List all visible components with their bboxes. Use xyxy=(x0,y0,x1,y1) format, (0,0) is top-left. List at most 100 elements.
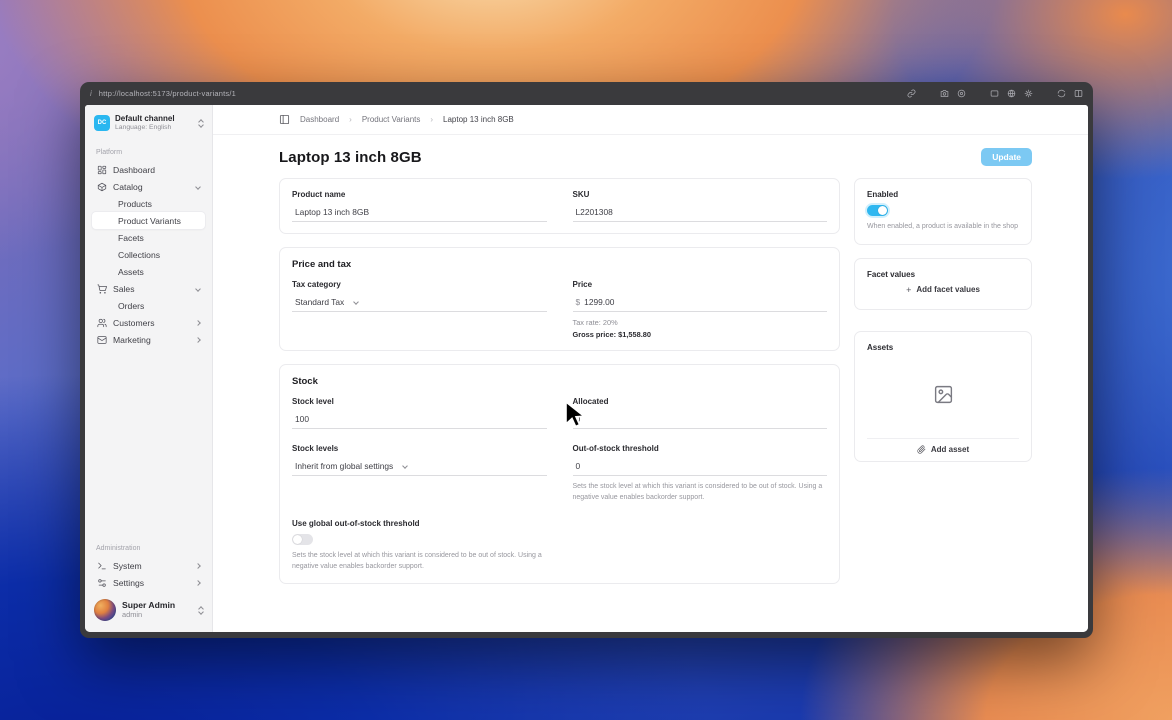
product-name-label: Product name xyxy=(292,190,346,199)
sliders-icon xyxy=(98,578,106,587)
stock-title: Stock xyxy=(292,376,318,387)
allocated-value: 0 xyxy=(575,414,581,424)
price-value: 1299.00 xyxy=(584,297,615,307)
oos-threshold-input[interactable]: 0 xyxy=(572,458,827,476)
sidebar-item-label: Orders xyxy=(118,300,145,311)
link-icon[interactable] xyxy=(907,89,916,98)
use-global-threshold-toggle[interactable] xyxy=(292,533,313,545)
aperture-icon[interactable] xyxy=(957,89,966,98)
sidebar-item-label: Assets xyxy=(118,266,144,277)
card-stock: Stock Stock level 100 Allocated 0 Stock … xyxy=(279,364,840,585)
sidebar-item-dashboard[interactable]: Dashboard xyxy=(92,161,205,178)
card-assets: Assets Add asset xyxy=(854,330,1032,462)
browser-toolbar-icons xyxy=(907,89,1083,98)
sidebar-item-label: Customers xyxy=(113,317,155,328)
card-facet-values: Facet values + Add facet values xyxy=(854,257,1032,310)
add-asset-button[interactable]: Add asset xyxy=(867,437,1019,457)
sidebar-item-marketing[interactable]: Marketing xyxy=(92,331,205,348)
chevrons-up-down-icon xyxy=(198,605,204,615)
price-label: Price xyxy=(572,280,593,289)
chevron-down-icon xyxy=(195,183,201,190)
channel-name: Default channel xyxy=(115,114,175,123)
sidebar-item-collections[interactable]: Collections xyxy=(92,246,205,263)
add-facet-values-button[interactable]: + Add facet values xyxy=(867,279,1019,298)
product-name-input[interactable]: Laptop 13 inch 8GB xyxy=(292,204,547,222)
sidebar-item-label: Products xyxy=(118,198,152,209)
sidebar-item-catalog[interactable]: Catalog xyxy=(92,178,205,195)
sync-icon[interactable] xyxy=(1057,89,1066,98)
sidebar-item-facets[interactable]: Facets xyxy=(92,229,205,246)
sidebar-item-sales[interactable]: Sales xyxy=(92,280,205,297)
sidebar-item-assets[interactable]: Assets xyxy=(92,263,205,280)
columns-icon[interactable] xyxy=(1074,89,1083,98)
sidebar-item-label: Marketing xyxy=(113,334,151,345)
sidebar: DC Default channel Language: English Pla… xyxy=(85,105,213,632)
browser-titlebar: i http://localhost:5173/product-variants… xyxy=(80,82,1093,105)
tax-category-value: Standard Tax xyxy=(295,297,345,307)
sidebar-item-label: Product Variants xyxy=(118,215,181,226)
assets-placeholder xyxy=(867,352,1019,438)
gear-icon[interactable] xyxy=(1024,89,1033,98)
breadcrumb-dashboard[interactable]: Dashboard xyxy=(300,115,339,124)
channel-switcher[interactable]: DC Default channel Language: English xyxy=(92,110,205,136)
allocated-value-field: 0 xyxy=(572,411,827,429)
card-enabled: Enabled When enabled, a product is avail… xyxy=(854,178,1032,245)
facet-values-title: Facet values xyxy=(867,269,916,279)
customers-icon xyxy=(97,318,107,327)
sidebar-item-label: System xyxy=(113,560,142,571)
sidebar-item-label: Dashboard xyxy=(113,164,156,175)
assets-title: Assets xyxy=(867,342,894,352)
breadcrumb-bar: Dashboard › Product Variants › Laptop 13… xyxy=(213,105,1088,135)
catalog-icon xyxy=(97,182,107,191)
url-bar[interactable]: http://localhost:5173/product-variants/1 xyxy=(99,89,236,98)
user-role: admin xyxy=(122,609,143,619)
main-content: Dashboard › Product Variants › Laptop 13… xyxy=(213,105,1088,632)
stock-levels-label: Stock levels xyxy=(292,444,339,453)
channel-language: Language: English xyxy=(115,124,172,131)
dashboard-icon xyxy=(97,165,107,174)
use-global-threshold-label: Use global out-of-stock threshold xyxy=(292,518,420,528)
camera-icon[interactable] xyxy=(940,89,949,98)
sku-label: SKU xyxy=(572,190,590,199)
price-input[interactable]: $ 1299.00 xyxy=(572,294,827,312)
channel-badge: DC xyxy=(94,115,110,132)
chevrons-up-down-icon xyxy=(198,118,204,128)
breadcrumb-current: Laptop 13 inch 8GB xyxy=(443,115,514,124)
page-title: Laptop 13 inch 8GB xyxy=(279,148,422,166)
stock-levels-value: Inherit from global settings xyxy=(295,461,394,471)
sidebar-item-product-variants[interactable]: Product Variants xyxy=(92,212,205,230)
breadcrumb-product-variants[interactable]: Product Variants xyxy=(362,115,421,124)
frame-icon[interactable] xyxy=(990,89,999,98)
chevron-down-icon xyxy=(402,463,409,469)
oos-threshold-value: 0 xyxy=(575,461,581,471)
stock-levels-select[interactable]: Inherit from global settings xyxy=(292,458,547,476)
update-button[interactable]: Update xyxy=(981,148,1032,166)
chevron-right-icon xyxy=(195,336,201,343)
chevron-down-icon xyxy=(195,285,201,292)
sidebar-item-label: Settings xyxy=(113,577,145,588)
user-menu[interactable]: Super Admin admin xyxy=(92,595,205,625)
price-tax-title: Price and tax xyxy=(292,259,352,270)
sku-input[interactable]: L2201308 xyxy=(572,204,827,222)
info-icon: i xyxy=(90,89,92,98)
tax-rate-text: Tax rate: 20% xyxy=(572,318,618,327)
sidebar-item-settings[interactable]: Settings xyxy=(92,574,205,591)
sales-cart-icon xyxy=(97,284,107,294)
tax-category-label: Tax category xyxy=(292,280,341,289)
card-price-tax: Price and tax Tax category Standard Tax xyxy=(279,247,840,351)
sidebar-item-products[interactable]: Products xyxy=(92,195,205,212)
marketing-mail-icon xyxy=(97,335,107,344)
tax-category-select[interactable]: Standard Tax xyxy=(292,294,547,312)
stock-level-input[interactable]: 100 xyxy=(292,411,547,429)
sidebar-item-customers[interactable]: Customers xyxy=(92,314,205,331)
currency-symbol: $ xyxy=(575,297,581,307)
panel-left-icon[interactable] xyxy=(279,114,290,125)
sidebar-item-orders[interactable]: Orders xyxy=(92,297,205,314)
sidebar-item-label: Collections xyxy=(118,249,161,260)
globe-icon[interactable] xyxy=(1007,89,1016,98)
use-global-threshold-help: Sets the stock level at which this varia… xyxy=(292,551,542,570)
enabled-toggle[interactable] xyxy=(867,205,888,216)
sidebar-item-system[interactable]: System xyxy=(92,557,205,574)
sku-value: L2201308 xyxy=(575,207,613,217)
add-facet-values-label: Add facet values xyxy=(916,285,980,295)
